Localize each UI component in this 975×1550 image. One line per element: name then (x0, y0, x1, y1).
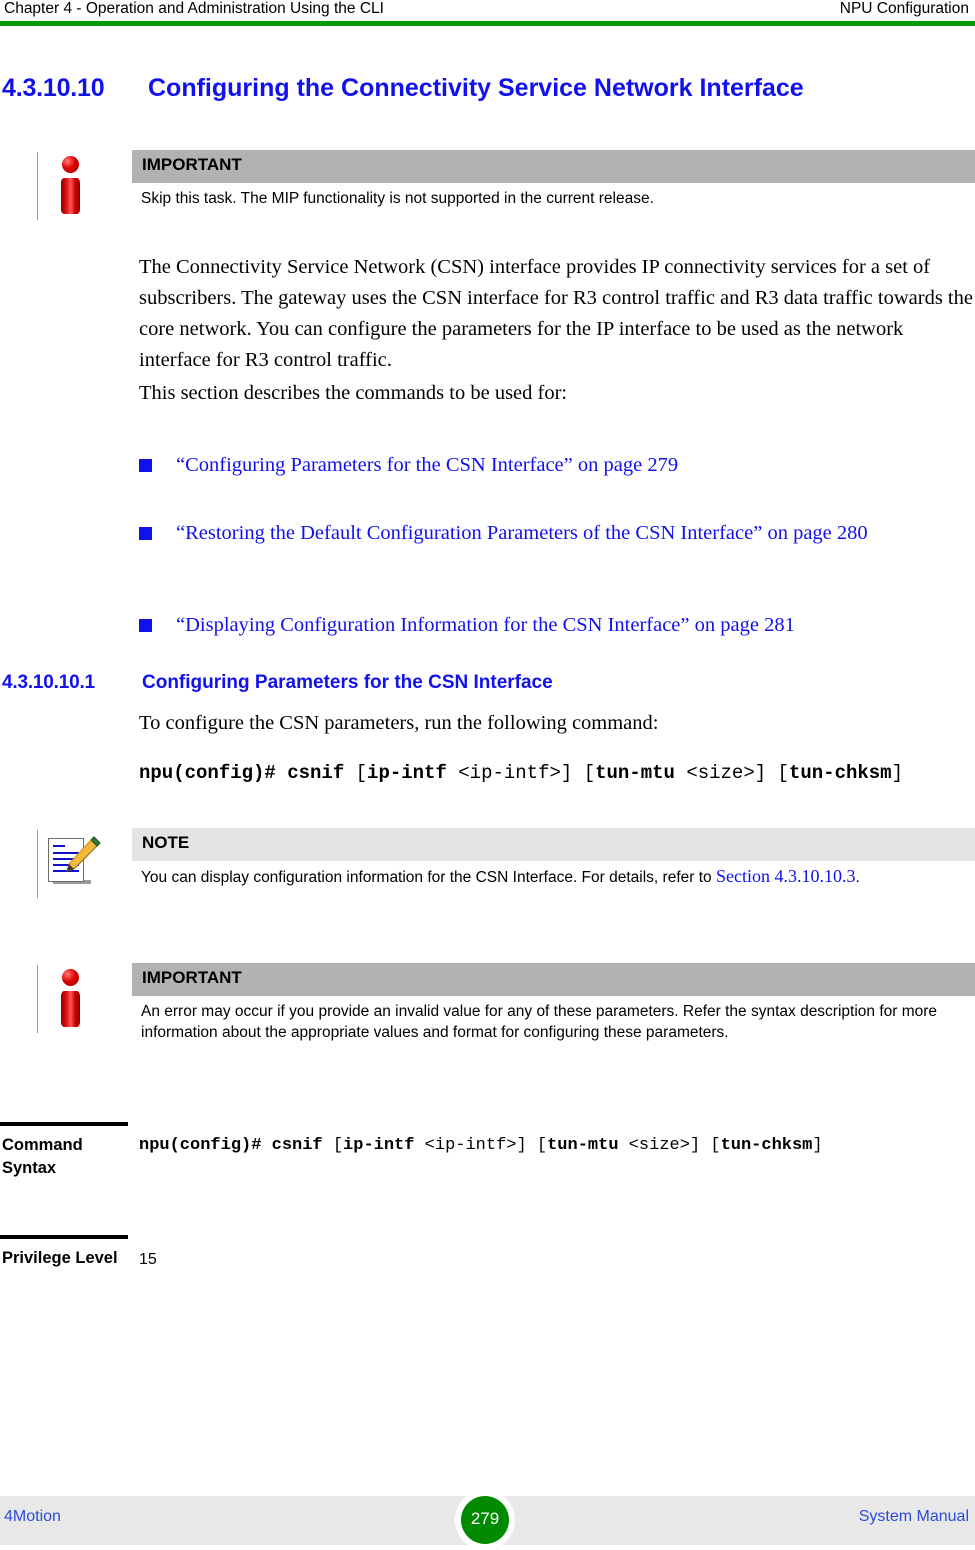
cli-token: ip-intf (343, 1136, 425, 1155)
subsection-number: 4.3.10.10.1 (2, 672, 95, 693)
header-chapter-title: Chapter 4 - Operation and Administration… (4, 0, 384, 17)
footer-page-badge: 279 (461, 1496, 509, 1544)
important-info-icon-stem (61, 991, 80, 1027)
footer-manual-name: System Manual (858, 1508, 969, 1525)
cli-token: ] [ (689, 1136, 721, 1155)
cli-token: ] [ (516, 1136, 548, 1155)
cli-command-syntax: npu(config)# csnif [ip-intf <ip-intf>] [… (139, 762, 903, 784)
table-row-rule (0, 1122, 128, 1126)
table-row-label: Privilege Level (2, 1249, 118, 1267)
cli-token: ] (891, 762, 903, 784)
footer-product-name: 4Motion (4, 1508, 61, 1525)
cli-token: <size> (628, 1136, 690, 1155)
admonition-header-bar: IMPORTANT (132, 150, 975, 183)
important-info-icon (54, 156, 88, 214)
cli-token: ] (812, 1136, 823, 1155)
section-number: 4.3.10.10 (2, 74, 105, 102)
admonition-divider (37, 965, 38, 1033)
subsection-title: Configuring Parameters for the CSN Inter… (142, 672, 553, 693)
cli-token: tun-chksm (788, 762, 892, 784)
bullet-square-icon (139, 619, 152, 632)
page-title: Configuring the Connectivity Service Net… (148, 74, 804, 102)
note-section-link[interactable]: Section 4.3.10.10.3 (716, 866, 856, 886)
xref-link[interactable]: “Restoring the Default Configuration Par… (176, 518, 929, 549)
important-info-icon (54, 969, 88, 1027)
cli-token: [ (332, 1136, 344, 1155)
admonition-label: IMPORTANT (142, 968, 242, 987)
important-info-icon-stem (61, 178, 80, 214)
cli-token: <ip-intf> (458, 762, 561, 784)
cli-token: <size> (686, 762, 755, 784)
table-row-label: Command Syntax (2, 1136, 83, 1177)
footer-page-number: 279 (470, 1509, 500, 1528)
cli-token: npu(config)# csnif (139, 1136, 333, 1155)
cli-token: [ (355, 762, 368, 784)
admonition-divider (37, 152, 38, 220)
cli-token: npu(config)# csnif (139, 762, 356, 784)
admonition-label: NOTE (142, 833, 190, 852)
admonition-body-text: You can display configuration informatio… (141, 866, 956, 888)
cli-token: ip-intf (367, 762, 459, 784)
admonition-icon-cell (32, 963, 112, 1035)
important-info-icon-dot (62, 156, 79, 173)
header-topic-title: NPU Configuration (839, 0, 969, 17)
important-info-icon-dot (62, 969, 79, 986)
admonition-icon-cell (32, 150, 112, 222)
admonition-label: IMPORTANT (142, 155, 242, 174)
intro-paragraph: The Connectivity Service Network (CSN) i… (139, 256, 973, 371)
page-footer: 4Motion 279 System Manual (0, 1490, 975, 1550)
admonition-divider (37, 830, 38, 898)
note-pencil-icon (48, 834, 101, 888)
admonition-header-bar: IMPORTANT (132, 963, 975, 996)
list-item[interactable]: “Restoring the Default Configuration Par… (139, 518, 929, 549)
cli-token: tun-mtu (547, 1136, 629, 1155)
list-item[interactable]: “Displaying Configuration Information fo… (139, 610, 939, 641)
admonition-icon-cell (32, 828, 112, 900)
xref-link[interactable]: “Configuring Parameters for the CSN Inte… (176, 450, 939, 481)
configure-lead-paragraph: To configure the CSN parameters, run the… (139, 712, 659, 734)
xref-link[interactable]: “Displaying Configuration Information fo… (176, 610, 939, 641)
cli-token: <ip-intf> (424, 1136, 517, 1155)
section-intro-paragraph: This section describes the commands to b… (139, 382, 568, 404)
list-item[interactable]: “Configuring Parameters for the CSN Inte… (139, 450, 939, 481)
header-green-rule (0, 21, 975, 26)
table-row-value: 15 (139, 1251, 157, 1268)
cli-token: tun-chksm (720, 1136, 813, 1155)
bullet-square-icon (139, 527, 152, 540)
cli-token: ] [ (754, 762, 789, 784)
note-body-suffix: . (855, 869, 860, 886)
table-row-rule (0, 1235, 128, 1239)
note-body-prefix: You can display configuration informatio… (141, 869, 716, 886)
cli-token: ] [ (560, 762, 596, 784)
bullet-square-icon (139, 459, 152, 472)
note-pencil-icon-pencil (66, 836, 101, 872)
cli-token: tun-mtu (595, 762, 687, 784)
admonition-header-bar: NOTE (132, 828, 975, 861)
table-row-value: npu(config)# csnif [ip-intf <ip-intf>] [… (139, 1134, 969, 1157)
admonition-body-text: An error may occur if you provide an inv… (141, 1003, 938, 1041)
admonition-body-text: Skip this task. The MIP functionality is… (141, 190, 654, 207)
page-header: Chapter 4 - Operation and Administration… (0, 0, 975, 26)
